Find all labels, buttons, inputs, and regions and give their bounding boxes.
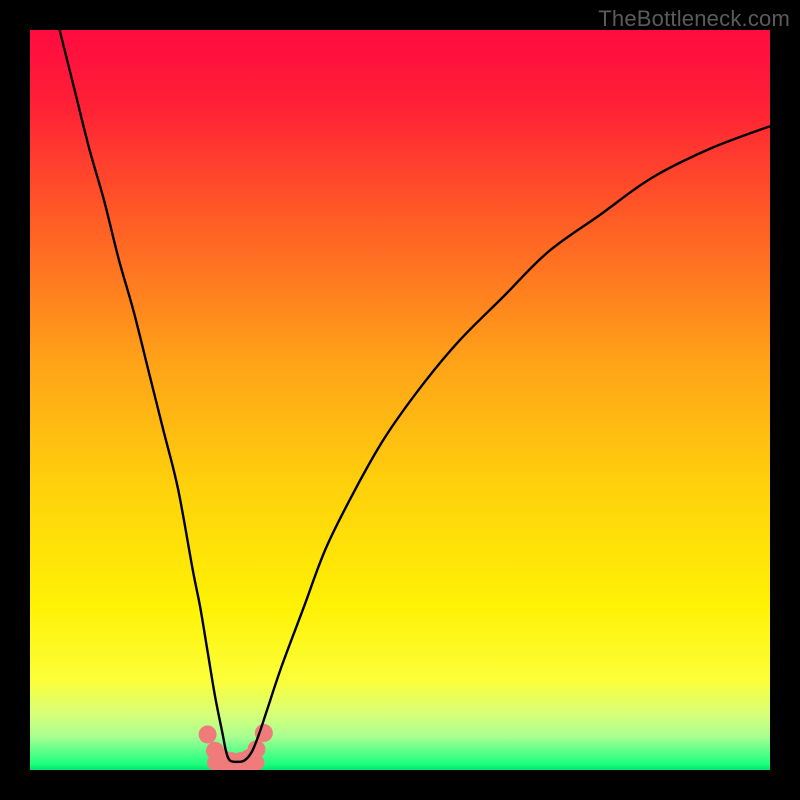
bottleneck-curve xyxy=(60,30,770,762)
plot-area xyxy=(30,30,770,770)
curve-layer xyxy=(30,30,770,770)
watermark-text: TheBottleneck.com xyxy=(598,6,790,32)
chart-frame: TheBottleneck.com xyxy=(0,0,800,800)
